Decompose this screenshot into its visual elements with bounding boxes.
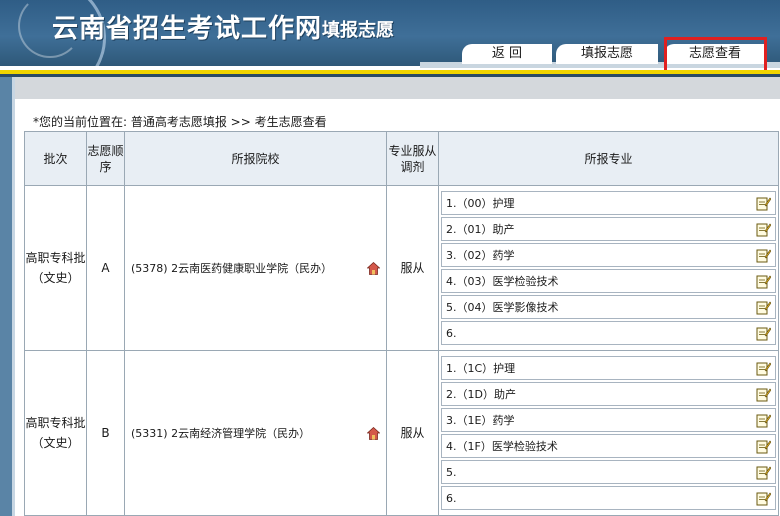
major-item: 4.（1F）医学检验技术 xyxy=(441,434,776,459)
major-item: 4.（03）医学检验技术 xyxy=(441,269,776,294)
tab-back[interactable]: 返 回 xyxy=(462,44,552,64)
majors-list: 1.（00）护理 2.（01）助产 3.（02）药学 4.（03）医学检验技术 … xyxy=(439,189,778,347)
obey-cell: 服从 xyxy=(386,185,439,352)
major-label: 3.（02）药学 xyxy=(446,249,515,263)
major-item: 3.（1E）药学 xyxy=(441,408,776,433)
volunteer-table: 批次 志愿顺序 所报院校 专业服从调剂 所报专业 高职专科批（文史） A (53… xyxy=(24,130,779,516)
major-item: 1.（1C）护理 xyxy=(441,356,776,381)
order-cell: B xyxy=(86,350,125,516)
major-label: 4.（03）医学检验技术 xyxy=(446,275,559,289)
order-cell: A xyxy=(86,185,125,352)
table-row: 高职专科批（文史） B (5331) 2云南经济管理学院（民办） 服从 1.（1… xyxy=(24,350,779,516)
school-name: (5331) 2云南经济管理学院（民办） xyxy=(131,427,311,441)
edit-icon[interactable] xyxy=(756,465,771,480)
major-label: 4.（1F）医学检验技术 xyxy=(446,440,558,454)
edit-icon[interactable] xyxy=(756,196,771,211)
majors-list: 1.（1C）护理 2.（1D）助产 3.（1E）药学 4.（1F）医学检验技术 … xyxy=(439,354,778,512)
majors-cell: 1.（1C）护理 2.（1D）助产 3.（1E）药学 4.（1F）医学检验技术 … xyxy=(438,350,779,516)
major-label: 3.（1E）药学 xyxy=(446,414,515,428)
table-row: 高职专科批（文史） A (5378) 2云南医药健康职业学院（民办） 服从 1.… xyxy=(24,185,779,352)
batch-cell: 高职专科批（文史） xyxy=(24,185,87,352)
major-item: 2.（1D）助产 xyxy=(441,382,776,407)
school-name: (5378) 2云南医药健康职业学院（民办） xyxy=(131,262,333,276)
edit-icon[interactable] xyxy=(756,361,771,376)
major-item: 2.（01）助产 xyxy=(441,217,776,242)
header-banner: 云南省招生考试工作网 填报志愿 xyxy=(0,0,780,66)
major-item: 5. xyxy=(441,460,776,485)
tab-fill-volunteer[interactable]: 填报志愿 xyxy=(556,44,658,64)
edit-icon[interactable] xyxy=(756,222,771,237)
major-label: 6. xyxy=(446,326,457,340)
school-house-icon[interactable] xyxy=(367,426,380,440)
batch-cell: 高职专科批（文史） xyxy=(24,350,87,516)
edit-icon[interactable] xyxy=(756,439,771,454)
major-label: 1.（00）护理 xyxy=(446,197,515,211)
major-label: 5.（04）医学影像技术 xyxy=(446,301,559,315)
edit-icon[interactable] xyxy=(756,387,771,402)
site-title: 云南省招生考试工作网 xyxy=(52,14,323,44)
header-majors: 所报专业 xyxy=(438,130,779,187)
header-order: 志愿顺序 xyxy=(86,130,125,187)
edit-icon[interactable] xyxy=(756,326,771,341)
majors-cell: 1.（00）护理 2.（01）助产 3.（02）药学 4.（03）医学检验技术 … xyxy=(438,185,779,352)
school-house-icon[interactable] xyxy=(367,261,380,275)
edit-icon[interactable] xyxy=(756,274,771,289)
major-item: 1.（00）护理 xyxy=(441,191,776,216)
major-label: 5. xyxy=(446,465,457,479)
major-label: 1.（1C）护理 xyxy=(446,362,516,376)
major-item: 3.（02）药学 xyxy=(441,243,776,268)
header-obey: 专业服从调剂 xyxy=(386,130,439,187)
major-label: 2.（1D）助产 xyxy=(446,388,516,402)
major-item: 6. xyxy=(441,321,776,346)
table-header-row: 批次 志愿顺序 所报院校 专业服从调剂 所报专业 xyxy=(24,130,779,187)
school-cell: (5378) 2云南医药健康职业学院（民办） xyxy=(124,185,387,352)
edit-icon[interactable] xyxy=(756,300,771,315)
major-item: 5.（04）医学影像技术 xyxy=(441,295,776,320)
major-item: 6. xyxy=(441,486,776,511)
edit-icon[interactable] xyxy=(756,248,771,263)
site-subtitle: 填报志愿 xyxy=(322,20,394,41)
breadcrumb: *您的当前位置在: 普通高考志愿填报 >> 考生志愿查看 xyxy=(33,115,327,129)
gray-band xyxy=(15,77,780,99)
left-rail xyxy=(0,77,12,516)
header-school: 所报院校 xyxy=(124,130,387,187)
edit-icon[interactable] xyxy=(756,413,771,428)
obey-cell: 服从 xyxy=(386,350,439,516)
edit-icon[interactable] xyxy=(756,491,771,506)
major-label: 6. xyxy=(446,491,457,505)
header-batch: 批次 xyxy=(24,130,87,187)
major-label: 2.（01）助产 xyxy=(446,223,515,237)
school-cell: (5331) 2云南经济管理学院（民办） xyxy=(124,350,387,516)
